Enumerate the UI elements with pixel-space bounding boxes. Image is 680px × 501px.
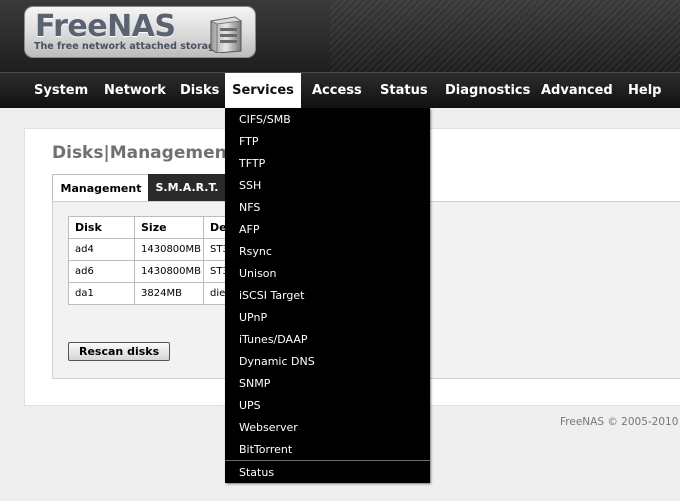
table-row: da1 3824MB dies: [68, 282, 232, 305]
nav-system[interactable]: System: [34, 73, 88, 108]
table-row: ad4 1430800MB ST3: [68, 238, 232, 261]
menu-item-snmp[interactable]: SNMP: [225, 373, 430, 395]
rescan-disks-button[interactable]: Rescan disks: [68, 342, 171, 361]
menu-item-unison[interactable]: Unison: [225, 263, 430, 285]
header-bar: FreeNAS The free network attached storag…: [0, 0, 680, 72]
cell-size: 1430800MB: [134, 260, 204, 283]
nav-diagnostics[interactable]: Diagnostics: [445, 73, 530, 108]
menu-item-nfs[interactable]: NFS: [225, 197, 430, 219]
menu-item-ftp[interactable]: FTP: [225, 131, 430, 153]
nav-help[interactable]: Help: [628, 73, 661, 108]
nav-disks[interactable]: Disks: [180, 73, 219, 108]
nav-access[interactable]: Access: [312, 73, 362, 108]
menu-item-ups[interactable]: UPS: [225, 395, 430, 417]
column-header-size: Size: [134, 216, 204, 239]
menu-divider: [225, 460, 430, 461]
cell-disk: da1: [68, 282, 135, 305]
nav-services[interactable]: Services: [225, 73, 301, 108]
nav-network[interactable]: Network: [104, 73, 166, 108]
menu-item-iscsi-target[interactable]: iSCSI Target: [225, 285, 430, 307]
column-header-disk: Disk: [68, 216, 135, 239]
header-stripes: [330, 0, 680, 72]
page-title: Disks|Management: [52, 143, 235, 163]
nav-advanced[interactable]: Advanced: [541, 73, 613, 108]
logo-name: FreeNAS: [35, 9, 176, 44]
menu-item-dynamic-dns[interactable]: Dynamic DNS: [225, 351, 430, 373]
menu-item-rsync[interactable]: Rsync: [225, 241, 430, 263]
menu-item-bittorrent[interactable]: BitTorrent: [225, 439, 430, 461]
menu-item-afp[interactable]: AFP: [225, 219, 430, 241]
tab-smart[interactable]: S.M.A.R.T.: [148, 174, 226, 201]
table-row: ad6 1430800MB ST3: [68, 260, 232, 283]
logo-tagline: The free network attached storage: [34, 41, 222, 52]
disk-table: Disk Size De ad4 1430800MB ST3 ad6 14308…: [68, 216, 232, 305]
menu-item-itunes-daap[interactable]: iTunes/DAAP: [225, 329, 430, 351]
footer-copyright: FreeNAS © 2005-2010 b: [560, 416, 680, 428]
menu-item-status[interactable]: Status: [225, 462, 430, 484]
menu-item-webserver[interactable]: Webserver: [225, 417, 430, 439]
tab-management[interactable]: Management: [52, 174, 150, 202]
cell-disk: ad6: [68, 260, 135, 283]
menu-item-upnp[interactable]: UPnP: [225, 307, 430, 329]
cell-disk: ad4: [68, 238, 135, 261]
menu-item-ssh[interactable]: SSH: [225, 175, 430, 197]
cell-size: 3824MB: [134, 282, 204, 305]
freenas-logo[interactable]: FreeNAS The free network attached storag…: [24, 6, 256, 58]
cell-size: 1430800MB: [134, 238, 204, 261]
services-dropdown-menu: CIFS/SMB FTP TFTP SSH NFS AFP Rsync Unis…: [225, 108, 430, 483]
main-nav: System Network Disks Services Access Sta…: [0, 72, 680, 108]
menu-item-tftp[interactable]: TFTP: [225, 153, 430, 175]
menu-item-cifs-smb[interactable]: CIFS/SMB: [225, 109, 430, 131]
nav-status[interactable]: Status: [380, 73, 428, 108]
table-header-row: Disk Size De: [68, 216, 232, 239]
server-tower-icon: [209, 16, 243, 53]
